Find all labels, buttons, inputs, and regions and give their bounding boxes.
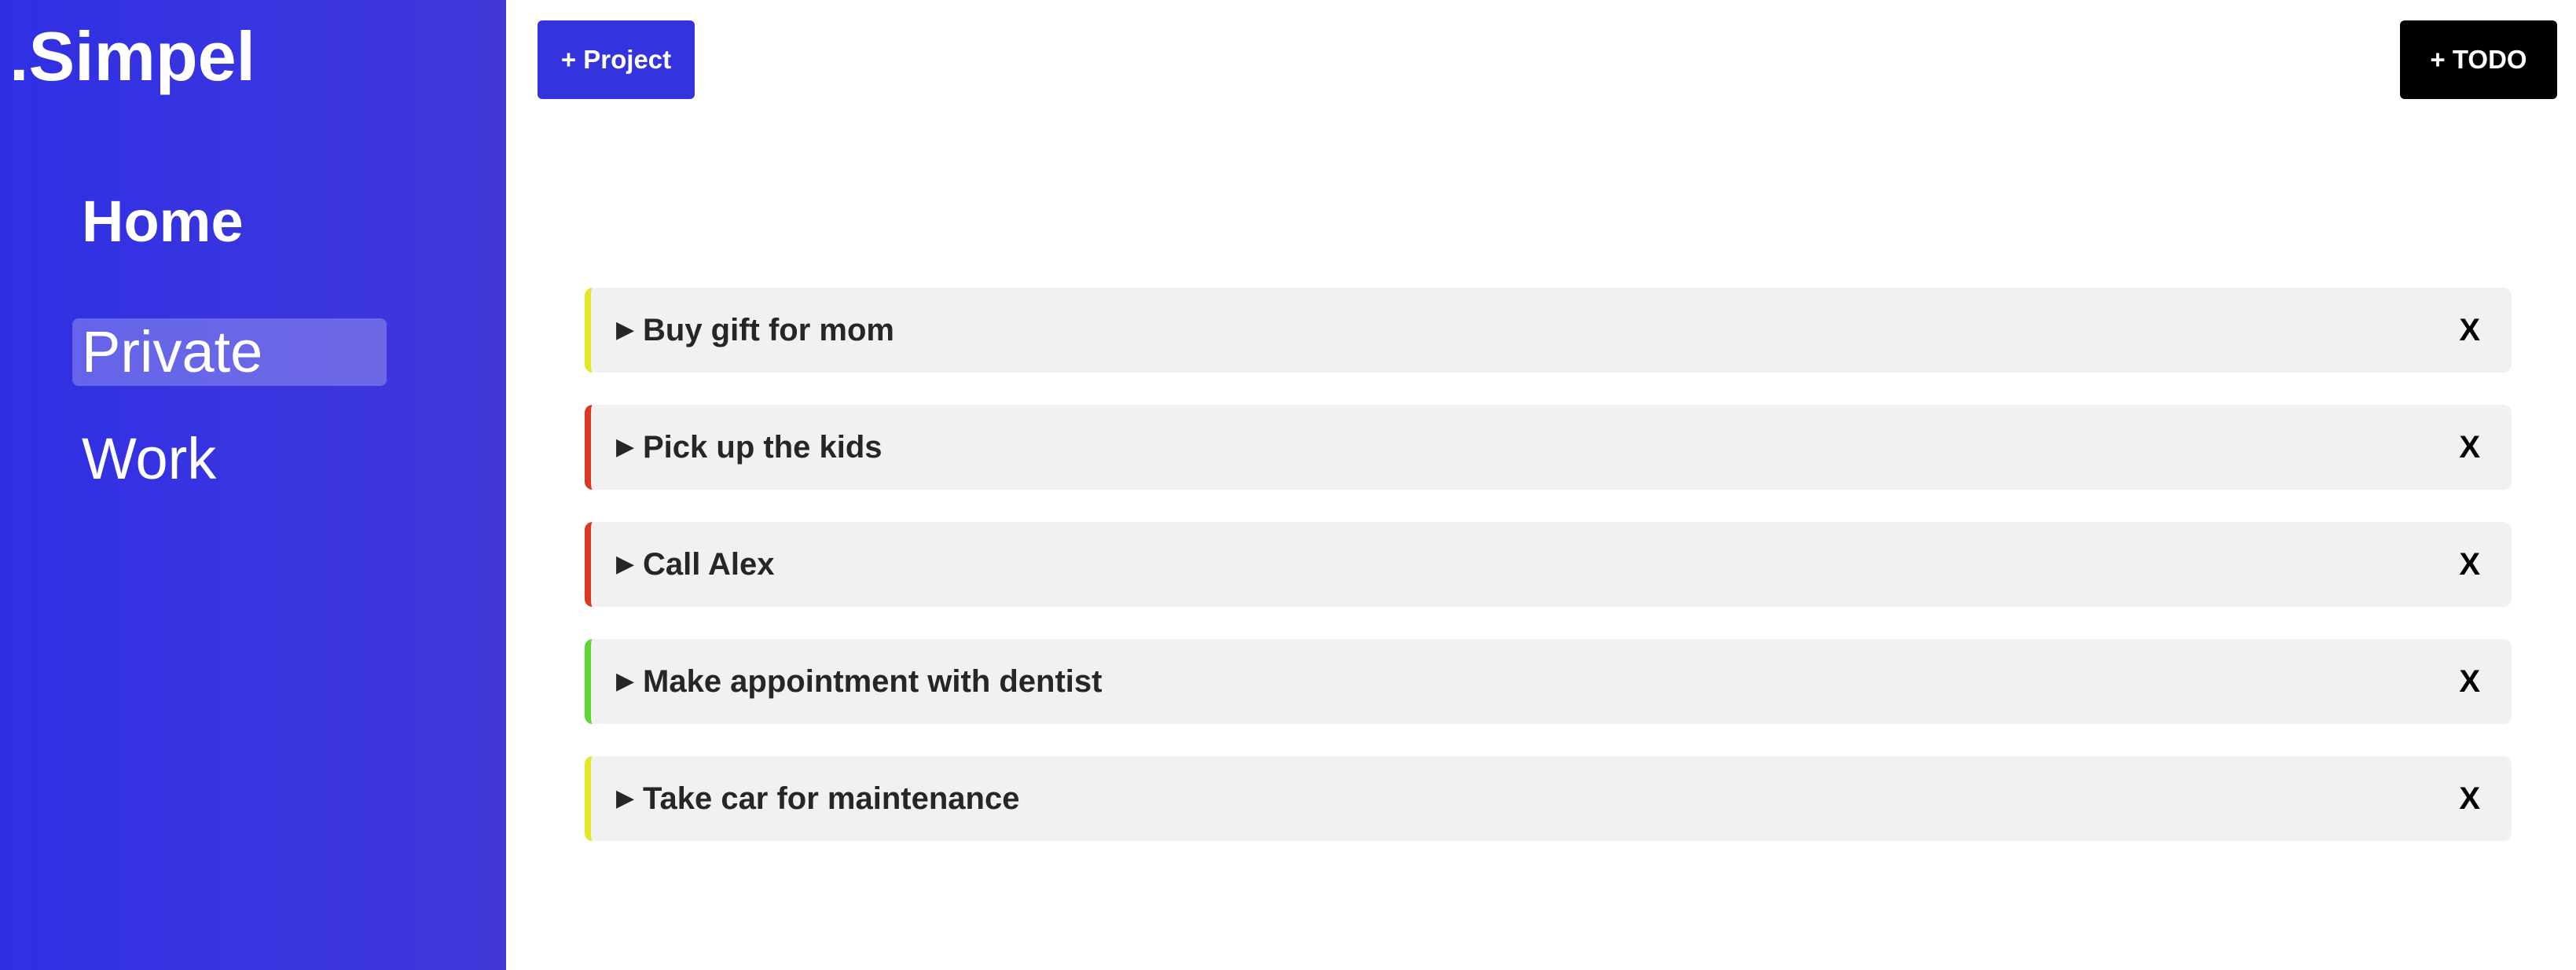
todo-item[interactable]: ▶ Make appointment with dentist X (585, 639, 2512, 724)
todo-title: Buy gift for mom (643, 313, 894, 347)
caret-right-icon[interactable]: ▶ (616, 314, 637, 346)
caret-right-icon[interactable]: ▶ (616, 432, 637, 463)
add-todo-button[interactable]: + TODO (2400, 20, 2557, 99)
delete-todo-button[interactable]: X (2459, 756, 2480, 841)
todo-title: Call Alex (643, 547, 775, 582)
app: .Simpel Home Private Work + Project + TO… (0, 0, 2576, 970)
todo-title: Make appointment with dentist (643, 664, 1103, 699)
caret-right-icon[interactable]: ▶ (616, 549, 637, 580)
todo-title: Pick up the kids (643, 430, 883, 465)
delete-todo-button[interactable]: X (2459, 405, 2480, 490)
caret-right-icon[interactable]: ▶ (616, 666, 637, 697)
sidebar-item-home[interactable]: Home (82, 182, 244, 261)
sidebar-nav: Home Private Work (0, 0, 506, 970)
main-content: + Project + TODO ▶ Buy gift for mom X ▶ … (506, 0, 2576, 970)
caret-right-icon[interactable]: ▶ (616, 783, 637, 814)
delete-todo-button[interactable]: X (2459, 288, 2480, 373)
sidebar-item-work[interactable]: Work (72, 425, 387, 493)
todo-list: ▶ Buy gift for mom X ▶ Pick up the kids … (585, 288, 2512, 873)
add-project-button[interactable]: + Project (538, 20, 695, 99)
delete-todo-button[interactable]: X (2459, 522, 2480, 607)
todo-title: Take car for maintenance (643, 781, 1020, 816)
sidebar: .Simpel Home Private Work (0, 0, 506, 970)
sidebar-item-private[interactable]: Private (72, 318, 387, 386)
todo-item[interactable]: ▶ Pick up the kids X (585, 405, 2512, 490)
delete-todo-button[interactable]: X (2459, 639, 2480, 724)
todo-item[interactable]: ▶ Take car for maintenance X (585, 756, 2512, 841)
todo-item[interactable]: ▶ Call Alex X (585, 522, 2512, 607)
todo-item[interactable]: ▶ Buy gift for mom X (585, 288, 2512, 373)
